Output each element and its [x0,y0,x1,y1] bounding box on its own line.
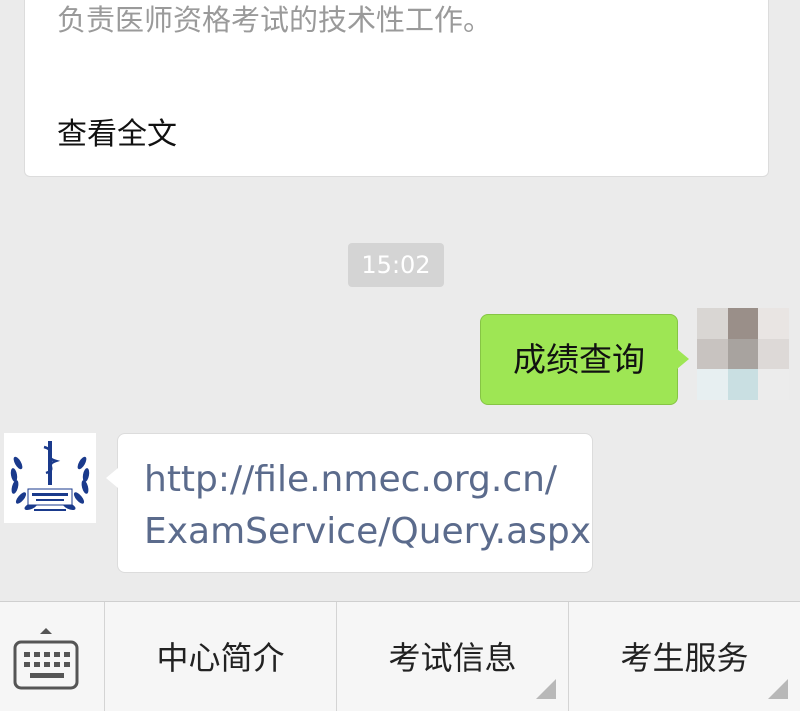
bottom-menu-bar: 中心简介 考试信息 考生服务 [0,601,800,711]
menu-item-exam-info[interactable]: 考试信息 [337,602,569,711]
user-avatar[interactable] [697,308,789,400]
incoming-link-message[interactable]: http://file.nmec.org.cn/ ExamService/Que… [106,433,593,573]
message-timestamp: 15:02 [348,243,444,287]
link-text-line-2[interactable]: ExamService/Query.aspx [144,506,592,558]
official-account-avatar[interactable] [4,433,96,523]
submenu-indicator-icon [536,679,556,699]
link-text-line-1[interactable]: http://file.nmec.org.cn/ [144,454,592,506]
menu-item-label: 考生服务 [620,639,749,677]
nmec-logo-icon [10,441,90,511]
article-card[interactable]: 负责医师资格考试的技术性工作。 查看全文 [24,0,769,177]
outgoing-message-bubble[interactable]: 成绩查询 [480,314,689,405]
submenu-indicator-icon [768,679,788,699]
read-full-article-link[interactable]: 查看全文 [57,109,177,153]
menu-item-candidate-services[interactable]: 考生服务 [569,602,800,711]
menu-item-label: 考试信息 [388,639,517,677]
menu-item-center-intro[interactable]: 中心简介 [105,602,337,711]
keyboard-toggle-button[interactable] [0,602,105,711]
menu-item-label: 中心简介 [156,639,285,677]
article-excerpt: 负责医师资格考试的技术性工作。 [57,3,493,37]
keyboard-icon [13,628,79,690]
